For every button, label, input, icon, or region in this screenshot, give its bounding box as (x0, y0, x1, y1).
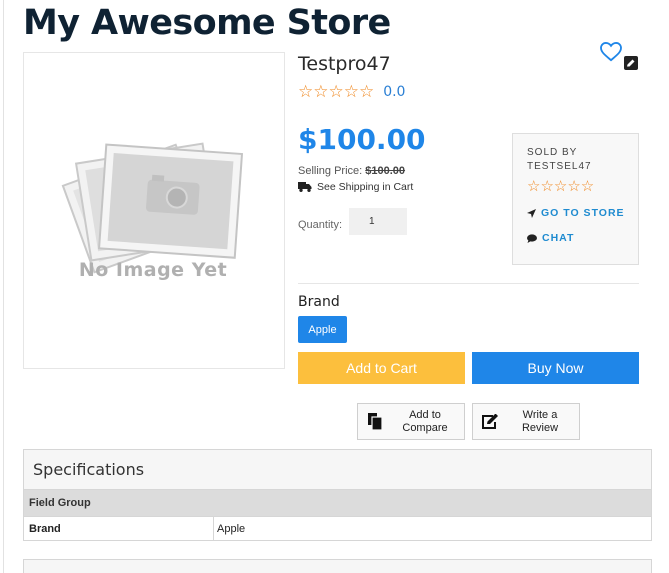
camera-placeholder-icon (61, 142, 244, 274)
spec-field-group: Field Group (24, 490, 651, 516)
store-title: My Awesome Store (23, 3, 391, 43)
pencil-square-icon (473, 413, 507, 430)
rating-stars[interactable]: ☆☆☆☆☆ (298, 82, 374, 102)
brand-option-apple[interactable]: Apple (298, 316, 347, 343)
quantity-label: Quantity: (298, 219, 343, 231)
specifications-title: Specifications (24, 450, 651, 490)
go-to-store-label[interactable]: GO TO STORE (541, 207, 625, 219)
product-rating[interactable]: ☆☆☆☆☆ 0.0 (298, 82, 405, 102)
buy-now-button[interactable]: Buy Now (472, 352, 639, 384)
sold-by-label: SOLD BY (527, 147, 578, 158)
spec-row: Brand Apple (24, 516, 651, 540)
no-image-text: No Image Yet (78, 259, 228, 281)
specifications-panel: Specifications Field Group Brand Apple (23, 449, 652, 541)
compare-label-line2: Compare (402, 421, 448, 434)
product-name: Testpro47 (298, 53, 391, 75)
spec-value: Apple (217, 522, 246, 535)
next-panel-header (23, 559, 652, 573)
add-to-compare-button[interactable]: Add to Compare (357, 403, 465, 440)
location-arrow-icon (527, 208, 536, 218)
divider (298, 283, 639, 284)
shipping-text: See Shipping in Cart (317, 181, 414, 193)
selling-price-label: Selling Price: (298, 165, 363, 177)
sold-by: SOLD BY TESTSEL47 (527, 146, 592, 174)
product-price: $100.00 (298, 123, 426, 156)
chat-label[interactable]: CHAT (542, 232, 574, 244)
edit-icon[interactable] (624, 56, 638, 70)
rating-value[interactable]: 0.0 (383, 84, 405, 100)
brand-label: Brand (298, 294, 340, 310)
selling-price: Selling Price: $100.00 (298, 165, 405, 177)
truck-icon (298, 182, 312, 192)
quantity-input[interactable] (349, 208, 407, 235)
copy-icon (358, 413, 392, 430)
write-review-button[interactable]: Write a Review (472, 403, 580, 440)
shipping-info: See Shipping in Cart (298, 181, 413, 193)
compare-label-line1: Add to (409, 408, 441, 421)
write-review-label: Write a Review (507, 409, 579, 435)
seller-rating-stars: ☆☆☆☆☆ (527, 178, 595, 195)
add-to-cart-button[interactable]: Add to Cart (298, 352, 465, 384)
page-left-border (3, 0, 4, 573)
product-image[interactable]: No Image Yet (23, 52, 285, 369)
go-to-store-link[interactable]: GO TO STORE (527, 207, 625, 219)
seller-panel: SOLD BY TESTSEL47 ☆☆☆☆☆ GO TO STORE CHAT (512, 133, 639, 265)
chat-link[interactable]: CHAT (527, 232, 574, 244)
seller-name[interactable]: TESTSEL47 (527, 160, 592, 174)
heart-icon[interactable] (600, 41, 622, 62)
review-label-line1: Write a (522, 408, 558, 421)
spec-key: Brand (24, 517, 214, 540)
selling-price-value: $100.00 (365, 165, 406, 177)
review-label-line2: Review (521, 421, 559, 434)
add-to-compare-label: Add to Compare (392, 409, 464, 435)
chat-icon (527, 233, 537, 243)
